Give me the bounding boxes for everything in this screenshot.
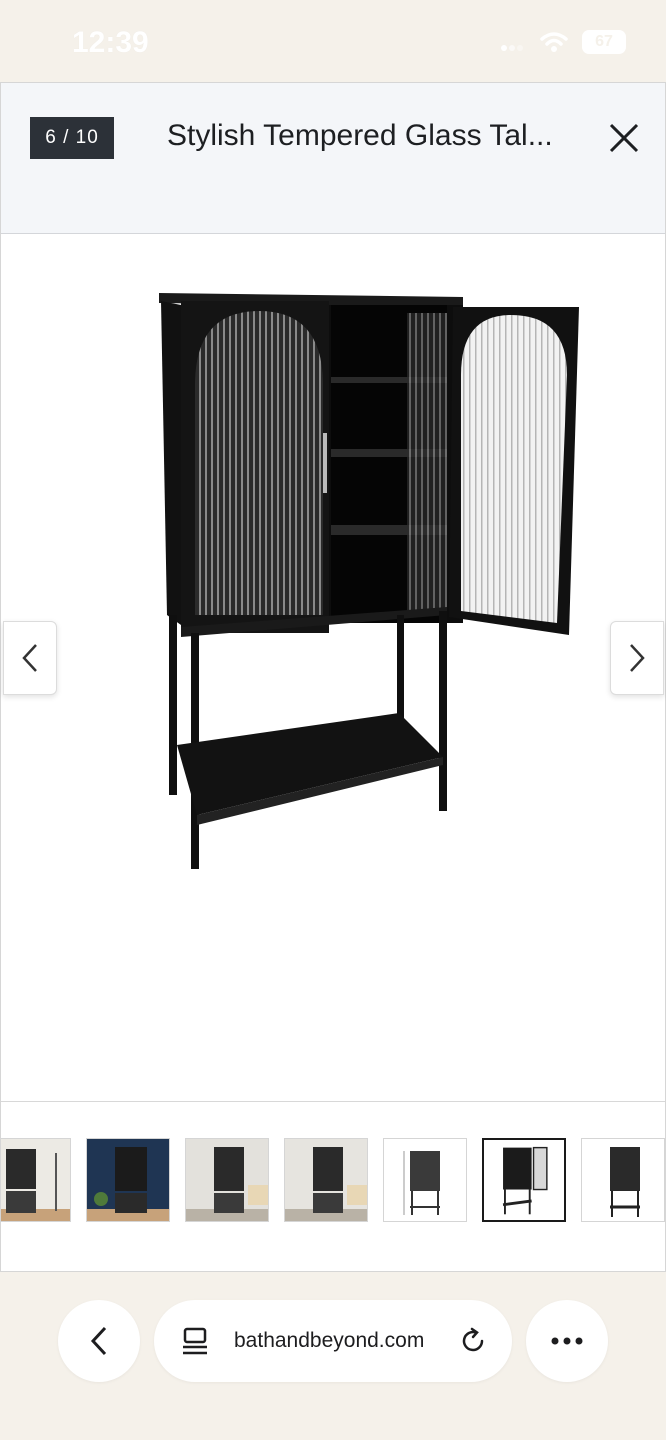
modal-header: 6 / 10 Stylish Tempered Glass Tal... bbox=[1, 83, 665, 234]
image-gallery-modal: 6 / 10 Stylish Tempered Glass Tal... bbox=[0, 82, 666, 1272]
browser-back-button[interactable] bbox=[58, 1300, 140, 1382]
thumbnail-image bbox=[285, 1139, 367, 1221]
chevron-left-icon bbox=[90, 1326, 107, 1356]
modal-title: Stylish Tempered Glass Tal... bbox=[167, 119, 553, 152]
thumbnail-2[interactable] bbox=[86, 1138, 170, 1222]
wifi-icon bbox=[540, 32, 568, 52]
battery-icon: 67 bbox=[582, 30, 626, 54]
product-image[interactable] bbox=[1, 235, 665, 1101]
main-image-area bbox=[1, 235, 665, 1101]
close-button[interactable] bbox=[603, 117, 645, 159]
image-counter: 6 / 10 bbox=[30, 117, 114, 159]
page-menu-icon[interactable] bbox=[180, 1326, 210, 1356]
reload-icon[interactable] bbox=[458, 1326, 488, 1356]
close-icon bbox=[609, 123, 639, 153]
thumbnail-4[interactable] bbox=[284, 1138, 368, 1222]
thumbnail-image bbox=[582, 1139, 664, 1221]
thumbnail-image bbox=[384, 1139, 466, 1221]
thumbnail-5[interactable] bbox=[383, 1138, 467, 1222]
thumbnail-image bbox=[186, 1139, 268, 1221]
thumbnail-1[interactable] bbox=[1, 1138, 71, 1222]
thumbnail-image bbox=[484, 1140, 564, 1220]
status-icons: 67 bbox=[500, 30, 626, 54]
browser-toolbar: bathandbeyond.com bbox=[0, 1272, 666, 1440]
status-bar: 12:39 67 bbox=[0, 0, 666, 82]
more-options-button[interactable] bbox=[526, 1300, 608, 1382]
address-bar[interactable]: bathandbeyond.com bbox=[154, 1300, 512, 1382]
thumbnail-image bbox=[1, 1139, 70, 1221]
thumbnail-3[interactable] bbox=[185, 1138, 269, 1222]
chevron-left-icon bbox=[22, 644, 37, 672]
thumbnail-strip bbox=[1, 1101, 665, 1271]
chevron-right-icon bbox=[630, 644, 645, 672]
previous-image-button[interactable] bbox=[3, 621, 57, 695]
thumbnail-image bbox=[87, 1139, 169, 1221]
signal-icon bbox=[501, 45, 523, 51]
thumbnail-7[interactable] bbox=[581, 1138, 665, 1222]
more-icon bbox=[551, 1337, 583, 1345]
thumbnail-6-active[interactable] bbox=[482, 1138, 566, 1222]
next-image-button[interactable] bbox=[610, 621, 664, 695]
status-time: 12:39 bbox=[72, 26, 149, 59]
url-text: bathandbeyond.com bbox=[234, 1329, 425, 1352]
